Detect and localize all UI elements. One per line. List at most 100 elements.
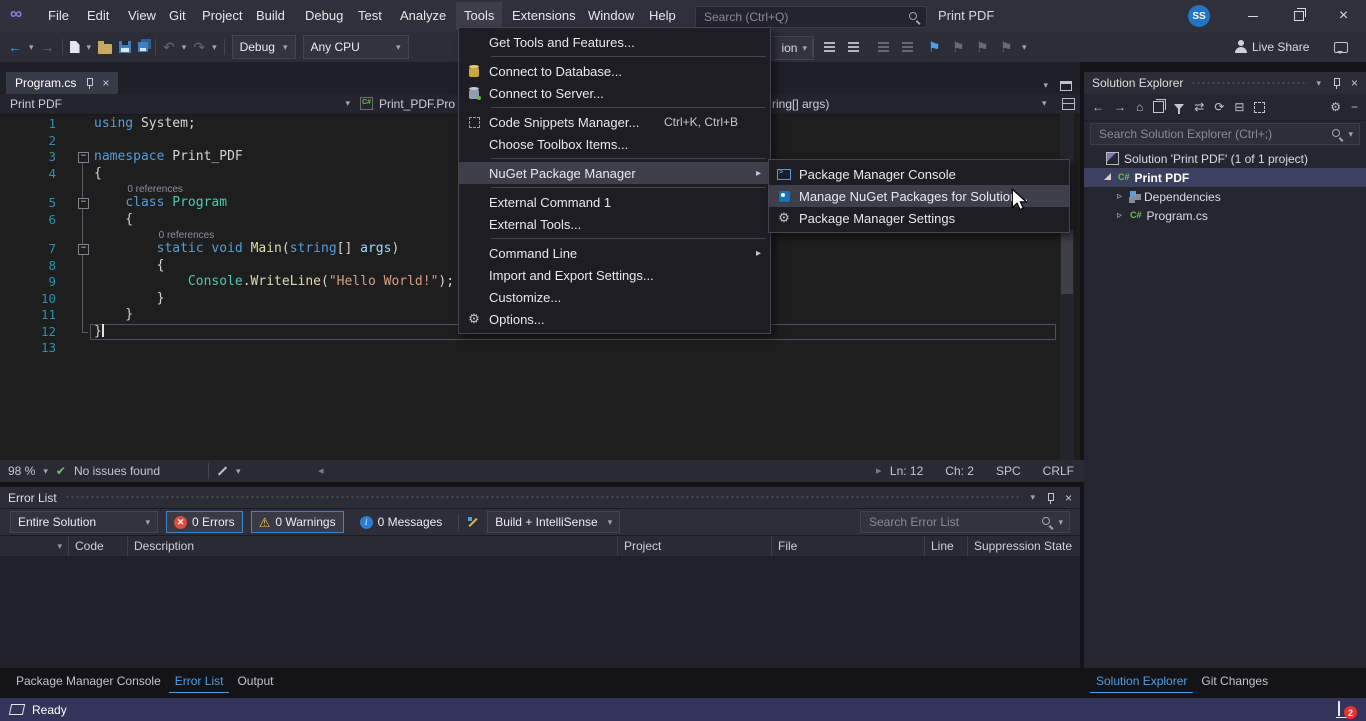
spaces-indicator[interactable]: SPC <box>996 464 1021 478</box>
menu-build[interactable]: Build <box>248 2 293 30</box>
menu-item-nuget-package-manager[interactable]: NuGet Package Manager▸ <box>459 162 770 184</box>
expander-expanded-icon[interactable] <box>1104 173 1111 180</box>
navigate-back-icon[interactable]: ← <box>8 40 22 54</box>
pin-icon[interactable] <box>84 77 94 89</box>
errors-toggle[interactable]: ✕ 0 Errors <box>166 511 243 533</box>
health-status[interactable]: No issues found <box>74 464 160 478</box>
fold-collapse-icon[interactable]: − <box>78 244 89 255</box>
build-filter-combo[interactable]: Build + IntelliSense ▾ <box>487 511 620 533</box>
tree-item-print-pdf[interactable]: C#Print PDF <box>1084 168 1366 187</box>
wrench-icon[interactable]: ⚙ <box>1330 100 1341 114</box>
column-header-file[interactable]: File <box>772 536 925 556</box>
refresh-icon[interactable]: ⟳ <box>1214 100 1224 114</box>
menu-item-choose-toolbox-items[interactable]: Choose Toolbox Items... <box>459 133 770 155</box>
column-header-description[interactable]: Description <box>128 536 618 556</box>
panel-tab-package-manager-console[interactable]: Package Manager Console <box>10 668 167 693</box>
menu-item-package-manager-console[interactable]: Package Manager Console <box>769 163 1069 185</box>
bookmark-next-icon[interactable]: ⚑ <box>976 36 989 58</box>
close-icon[interactable]: × <box>1065 492 1072 504</box>
menu-git[interactable]: Git <box>161 2 194 30</box>
new-file-dropdown-icon[interactable]: ▾ <box>87 42 92 53</box>
code-line-13[interactable]: 13 <box>0 340 1080 357</box>
save-icon[interactable] <box>119 41 131 53</box>
home-icon[interactable]: ⌂ <box>1136 100 1143 114</box>
error-list-body[interactable] <box>0 556 1080 668</box>
hscroll-right-icon[interactable]: ▸ <box>876 464 882 477</box>
filter-icon[interactable] <box>1174 104 1184 110</box>
live-share-button[interactable]: Live Share <box>1238 36 1309 58</box>
minimize-button[interactable] <box>1230 0 1275 32</box>
comment-icon[interactable] <box>878 36 889 58</box>
menu-test[interactable]: Test <box>350 2 390 30</box>
error-list-search[interactable]: ▾ <box>860 511 1070 533</box>
solution-explorer-header[interactable]: Solution Explorer ▾ × <box>1084 72 1366 94</box>
severity-column-header[interactable]: ▾ <box>0 536 69 556</box>
new-file-icon[interactable] <box>70 41 80 53</box>
solution-explorer-search[interactable]: ▾ <box>1090 123 1360 145</box>
alignment-icon[interactable]: − <box>1351 100 1358 114</box>
save-all-icon[interactable] <box>138 42 148 52</box>
scrollbar-thumb[interactable] <box>1061 230 1073 294</box>
background-tasks-icon[interactable] <box>9 704 25 715</box>
line-ending-indicator[interactable]: CRLF <box>1043 464 1074 478</box>
filter-wand-icon[interactable] <box>467 516 479 528</box>
float-window-icon[interactable] <box>1060 81 1072 91</box>
menu-item-code-snippets-manager[interactable]: Code Snippets Manager...Ctrl+K, Ctrl+B <box>459 111 770 133</box>
warnings-toggle[interactable]: ⚠ 0 Warnings <box>251 511 344 533</box>
fold-collapse-icon[interactable]: − <box>78 152 89 163</box>
messages-toggle[interactable]: i 0 Messages <box>352 511 451 533</box>
toolbar-overflow-icon[interactable]: ▾ <box>1022 36 1027 58</box>
window-menu-icon[interactable]: ▾ <box>1316 78 1321 89</box>
quick-search[interactable] <box>695 6 927 28</box>
menu-item-customize[interactable]: Customize... <box>459 286 770 308</box>
indent-decrease-icon[interactable] <box>824 36 835 58</box>
close-window-button[interactable]: × <box>1321 0 1366 32</box>
breadcrumb-project[interactable]: Print PDF ▾ <box>10 94 350 113</box>
edit-actions-icon[interactable] <box>218 466 227 475</box>
notifications-button[interactable]: 2 <box>1338 702 1340 716</box>
forward-icon[interactable]: → <box>1114 100 1126 114</box>
restore-button[interactable] <box>1276 0 1321 32</box>
expander-collapsed-icon[interactable]: ▹ <box>1114 191 1125 202</box>
menu-item-external-command-1[interactable]: External Command 1 <box>459 191 770 213</box>
panel-tab-solution-explorer[interactable]: Solution Explorer <box>1090 668 1193 693</box>
error-list-header[interactable]: Error List ▾ × <box>0 487 1080 508</box>
redo-icon[interactable]: ↷ <box>193 40 205 54</box>
menu-debug[interactable]: Debug <box>297 2 351 30</box>
menu-project[interactable]: Project <box>194 2 250 30</box>
switch-views-icon[interactable] <box>1153 101 1164 113</box>
sync-icon[interactable]: ⇄ <box>1194 100 1204 114</box>
pin-icon[interactable] <box>1045 492 1055 504</box>
open-folder-icon[interactable] <box>98 44 112 54</box>
bookmark-previous-icon[interactable]: ⚑ <box>952 36 965 58</box>
close-icon[interactable]: × <box>102 77 109 89</box>
expander-collapsed-icon[interactable]: ▹ <box>1114 210 1125 221</box>
menu-help[interactable]: Help <box>641 2 684 30</box>
bookmark-toggle-icon[interactable]: ⚑ <box>928 36 941 58</box>
column-header-line[interactable]: Line <box>925 536 968 556</box>
menu-view[interactable]: View <box>120 2 164 30</box>
edit-actions-dropdown-icon[interactable]: ▾ <box>236 466 241 477</box>
menu-edit[interactable]: Edit <box>79 2 117 30</box>
split-editor-icon[interactable] <box>1062 94 1075 113</box>
solution-platform-combo[interactable]: Any CPU ▾ <box>303 35 409 59</box>
solution-configuration-combo[interactable]: Debug ▾ <box>232 35 296 59</box>
hscroll-left-icon[interactable]: ◂ <box>318 464 324 477</box>
menu-item-command-line[interactable]: Command Line▸ <box>459 242 770 264</box>
menu-tools[interactable]: Tools <box>456 2 502 30</box>
redo-dropdown-icon[interactable]: ▾ <box>212 42 217 53</box>
breadcrumb-member[interactable]: ring[] args) <box>772 94 829 113</box>
menu-item-get-tools-and-features[interactable]: Get Tools and Features... <box>459 31 770 53</box>
tree-item-program-cs[interactable]: ▹C#Program.cs <box>1084 206 1366 225</box>
zoom-level[interactable]: 98 % <box>8 464 35 478</box>
error-list-search-input[interactable] <box>867 514 1036 530</box>
menu-item-import-and-export-settings[interactable]: Import and Export Settings... <box>459 264 770 286</box>
show-all-files-icon[interactable] <box>1254 102 1265 113</box>
menu-window[interactable]: Window <box>580 2 642 30</box>
navigate-forward-icon[interactable]: → <box>41 40 55 54</box>
pin-icon[interactable] <box>1331 77 1341 89</box>
close-icon[interactable]: × <box>1351 77 1358 89</box>
menu-item-connect-to-server[interactable]: Connect to Server... <box>459 82 770 104</box>
menu-item-connect-to-database[interactable]: Connect to Database... <box>459 60 770 82</box>
zoom-dropdown-icon[interactable]: ▾ <box>43 466 48 477</box>
